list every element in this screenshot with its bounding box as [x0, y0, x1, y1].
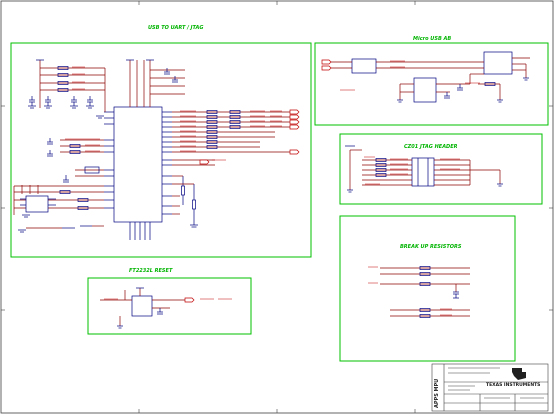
esd-protection-ic	[351, 58, 377, 74]
micro-usb-connector	[483, 51, 513, 75]
power-switch-ic	[413, 77, 437, 103]
block-reset	[87, 277, 252, 335]
eeprom-ic	[25, 195, 49, 213]
usb-uart-circuit	[13, 59, 300, 240]
frame-ticks	[1, 1, 553, 413]
title-block-vertical-tag: APPS MPU	[434, 378, 440, 408]
block-title-jtag-header: CZ01 JTAG HEADER	[404, 144, 458, 150]
block-title-pullup: BREAK UP RESISTORS	[400, 244, 462, 250]
micro-usb-circuit	[321, 51, 530, 103]
block-title-usb-uart-jtag: USB TO UART / JTAG	[148, 25, 204, 31]
pullup-circuit	[368, 266, 470, 318]
reset-circuit	[100, 287, 232, 329]
ti-logo	[512, 368, 526, 380]
jtag-header-connector	[411, 157, 435, 187]
title-block-company: TEXAS INSTRUMENTS	[486, 383, 541, 388]
schematic-canvas	[0, 0, 554, 414]
block-title-micro-usb: Micro USB AB	[413, 36, 452, 42]
block-pullup	[339, 215, 516, 362]
jtag-header-circuit	[345, 145, 503, 193]
block-title-reset: FT2232L RESET	[129, 268, 173, 274]
ft2232-ic	[113, 106, 163, 223]
schematic-sheet: USB TO UART / JTAG Micro USB AB CZ01 JTA…	[0, 0, 554, 415]
reset-supervisor-ic	[131, 295, 153, 317]
sheet-frame	[0, 0, 554, 414]
